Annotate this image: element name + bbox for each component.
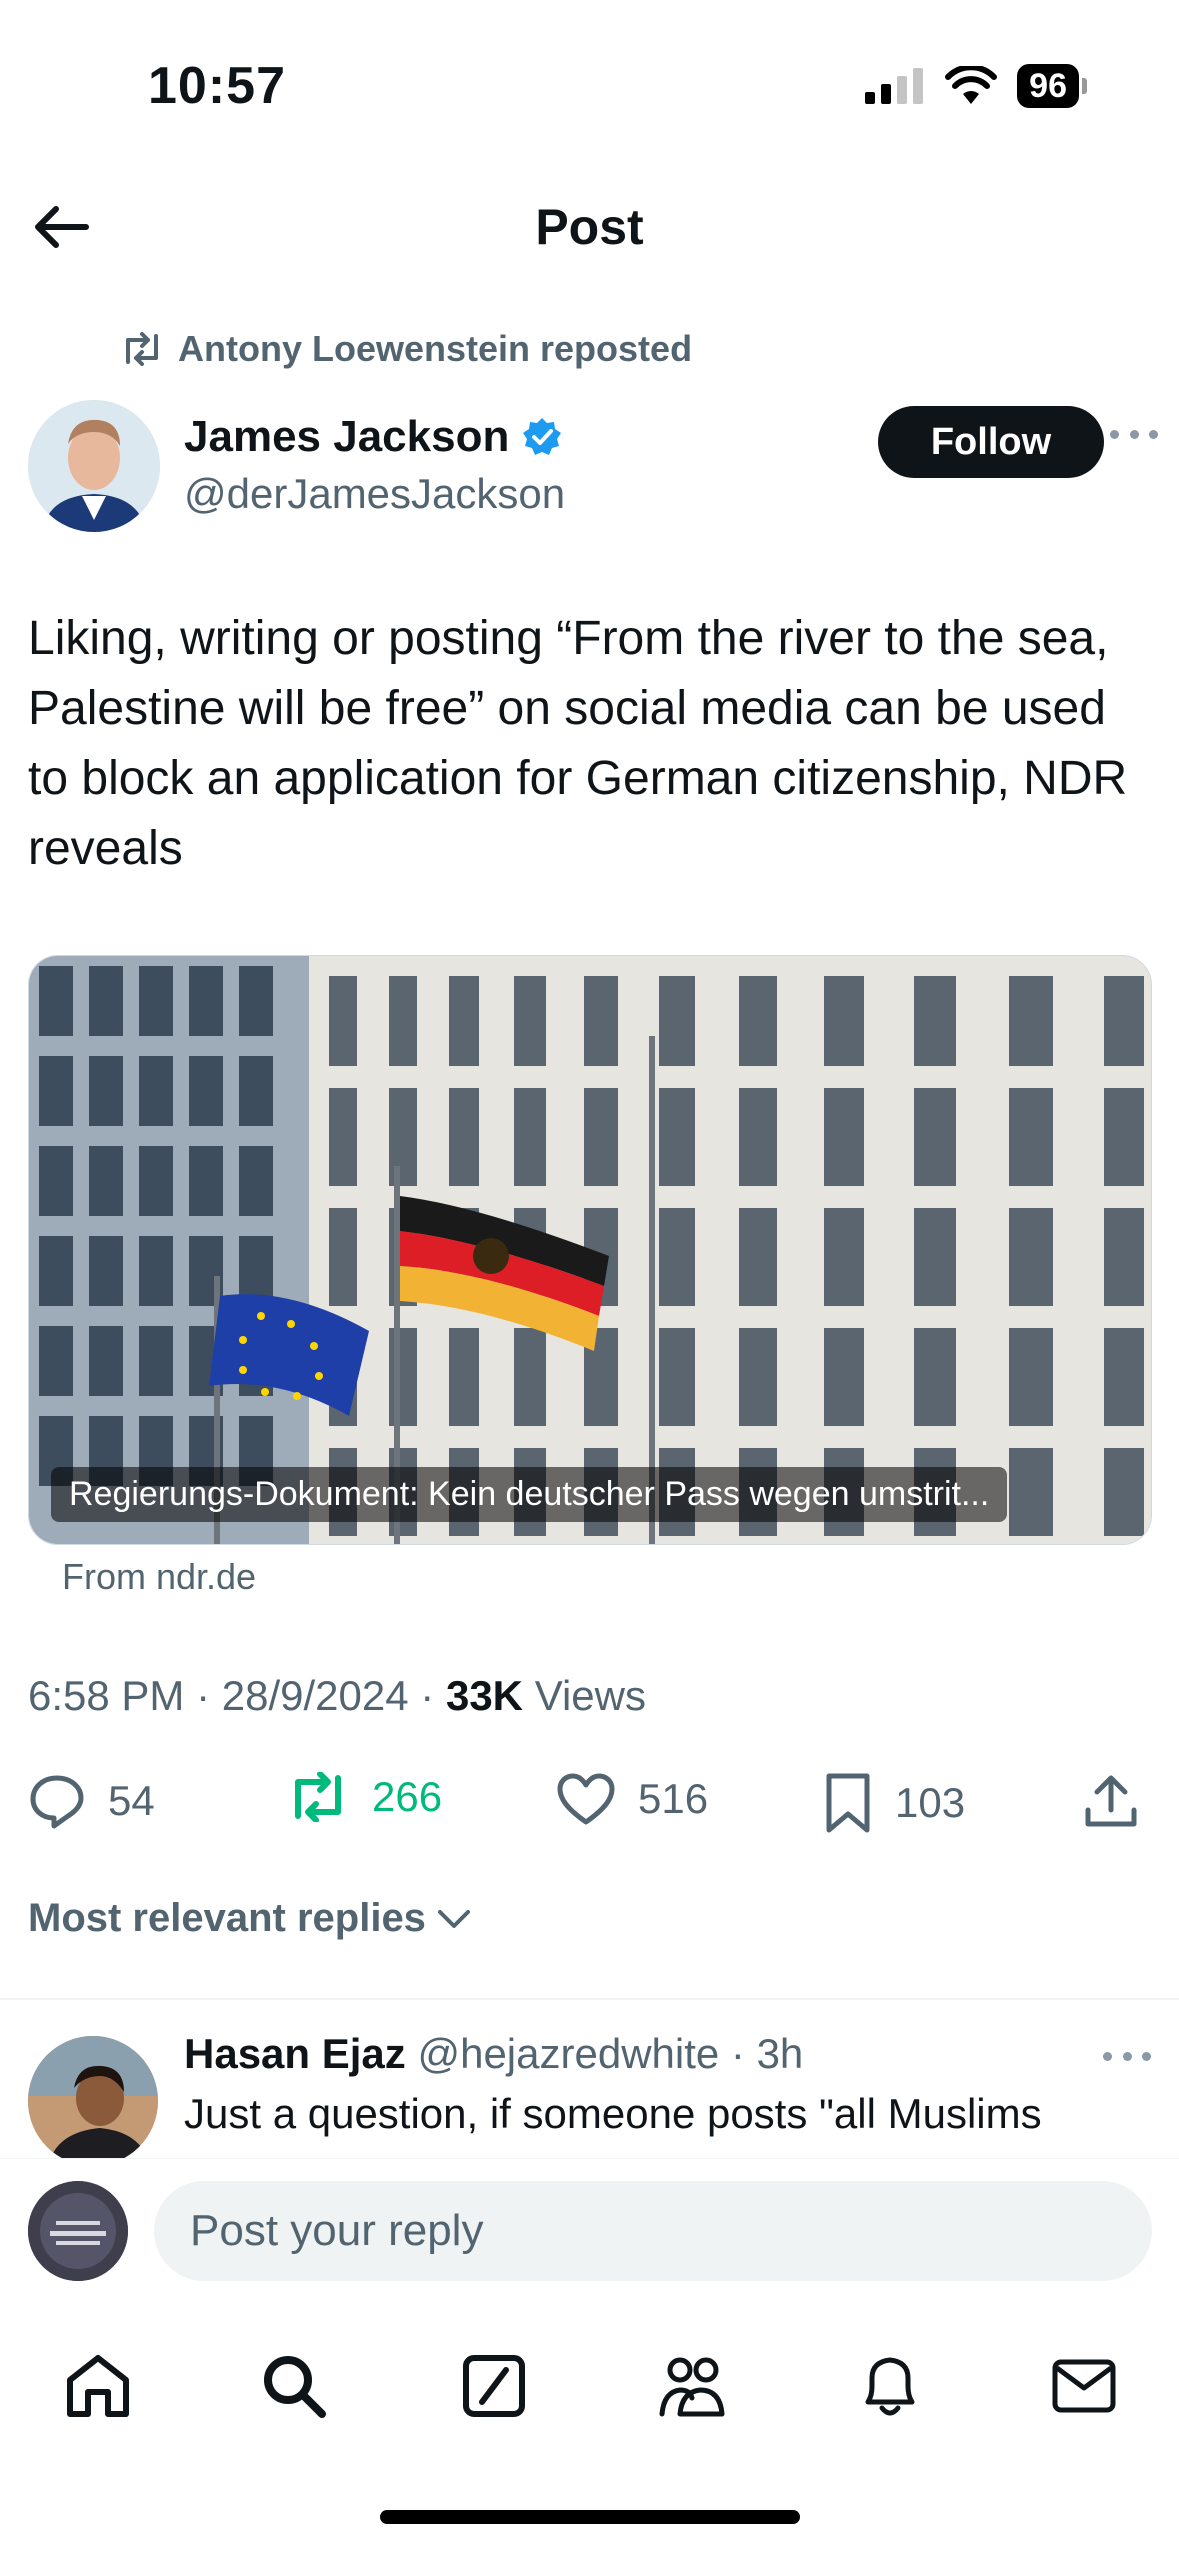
replies-sort-dropdown[interactable]: Most relevant replies	[28, 1896, 472, 1941]
author-handle[interactable]: @derJamesJackson	[184, 470, 565, 518]
divider	[0, 1998, 1179, 2000]
reply-avatar[interactable]	[28, 2036, 158, 2160]
tab-grok[interactable]	[458, 2350, 530, 2422]
chevron-down-icon	[437, 1909, 470, 1928]
repost-icon	[295, 1772, 341, 1822]
cellular-signal-icon	[865, 68, 924, 104]
post-meta: 6:58 PM · 28/9/2024 · 33K Views	[28, 1672, 646, 1720]
reply-avatar-image	[28, 2036, 158, 2160]
views-label: Views	[534, 1672, 646, 1719]
my-avatar[interactable]	[28, 2181, 128, 2281]
repost-indicator[interactable]: Antony Loewenstein reposted	[120, 328, 692, 370]
status-bar: 10:57 96	[0, 0, 1179, 170]
follow-button[interactable]: Follow	[878, 406, 1104, 478]
reply-header: Hasan Ejaz @hejazredwhite · 3h	[184, 2030, 803, 2078]
card-source[interactable]: From ndr.de	[62, 1556, 256, 1598]
post-date: 28/9/2024	[221, 1672, 409, 1719]
author-row: James Jackson @derJamesJackson Follow	[28, 400, 1158, 540]
views-count: 33K	[445, 1672, 524, 1719]
mail-icon	[1052, 2359, 1116, 2413]
search-icon	[264, 2356, 326, 2418]
tab-search[interactable]	[258, 2350, 330, 2422]
replies-sort-label: Most relevant replies	[28, 1896, 426, 1940]
reply-count: 54	[108, 1777, 155, 1824]
meta-separator: ·	[420, 1672, 435, 1719]
home-icon	[67, 2355, 129, 2417]
tweet-text: Liking, writing or posting “From the riv…	[28, 612, 1128, 875]
tab-communities[interactable]	[656, 2350, 728, 2422]
reply-composer	[0, 2158, 1179, 2298]
page-title: Post	[535, 199, 644, 255]
reply-item[interactable]: Hasan Ejaz @hejazredwhite · 3h Just a qu…	[0, 2020, 1179, 2160]
post-time: 6:58 PM	[28, 1672, 185, 1719]
post-header: Post	[0, 170, 1179, 290]
bookmark-button[interactable]: 103	[823, 1772, 965, 1834]
repost-count: 266	[372, 1773, 443, 1820]
repost-text: Antony Loewenstein reposted	[178, 328, 693, 369]
reply-author-handle[interactable]: @hejazredwhite	[417, 2030, 719, 2077]
status-icons: 96	[865, 64, 1087, 108]
my-avatar-image	[28, 2181, 128, 2281]
meta-separator: ·	[196, 1672, 211, 1719]
wifi-icon	[945, 66, 998, 104]
heart-icon	[557, 1773, 615, 1825]
reply-more-options-icon[interactable]	[1103, 2052, 1151, 2072]
author-name[interactable]: James Jackson	[184, 412, 509, 462]
communities-icon	[659, 2357, 725, 2417]
card-image	[29, 956, 1151, 1544]
grok-icon	[463, 2355, 525, 2417]
reply-author-name[interactable]: Hasan Ejaz	[184, 2030, 406, 2077]
like-button[interactable]: 516	[556, 1772, 708, 1826]
reply-button[interactable]: 54	[28, 1772, 155, 1830]
author-name-row: James Jackson	[184, 412, 563, 462]
reply-time: · 3h	[730, 2030, 804, 2077]
bottom-tab-bar	[0, 2330, 1179, 2440]
share-icon	[1085, 1775, 1137, 1827]
repost-button[interactable]: 266	[286, 1772, 442, 1822]
action-bar: 54 266 516 103	[28, 1772, 1152, 1842]
home-indicator	[380, 2510, 800, 2524]
bookmark-icon	[826, 1773, 870, 1833]
verified-badge-icon	[523, 418, 562, 455]
link-card[interactable]: Regierungs-Dokument: Kein deutscher Pass…	[28, 955, 1152, 1545]
author-avatar[interactable]	[28, 400, 160, 532]
reply-icon	[30, 1775, 84, 1829]
like-count: 516	[638, 1775, 709, 1822]
bookmark-count: 103	[895, 1779, 966, 1826]
author-avatar-image	[28, 400, 160, 532]
card-caption: Regierungs-Dokument: Kein deutscher Pass…	[51, 1467, 1008, 1522]
reply-text: Just a question, if someone posts "all M…	[184, 2090, 1042, 2137]
status-time: 10:57	[148, 57, 286, 115]
tab-home[interactable]	[62, 2350, 134, 2422]
tab-notifications[interactable]	[854, 2350, 926, 2422]
tab-messages[interactable]	[1048, 2350, 1120, 2422]
repost-icon	[126, 332, 158, 366]
reply-input[interactable]	[154, 2181, 1152, 2281]
bell-icon	[865, 2357, 915, 2416]
more-options-icon[interactable]	[1110, 430, 1158, 450]
battery-indicator: 96	[1017, 64, 1087, 108]
share-button[interactable]	[1083, 1772, 1139, 1830]
